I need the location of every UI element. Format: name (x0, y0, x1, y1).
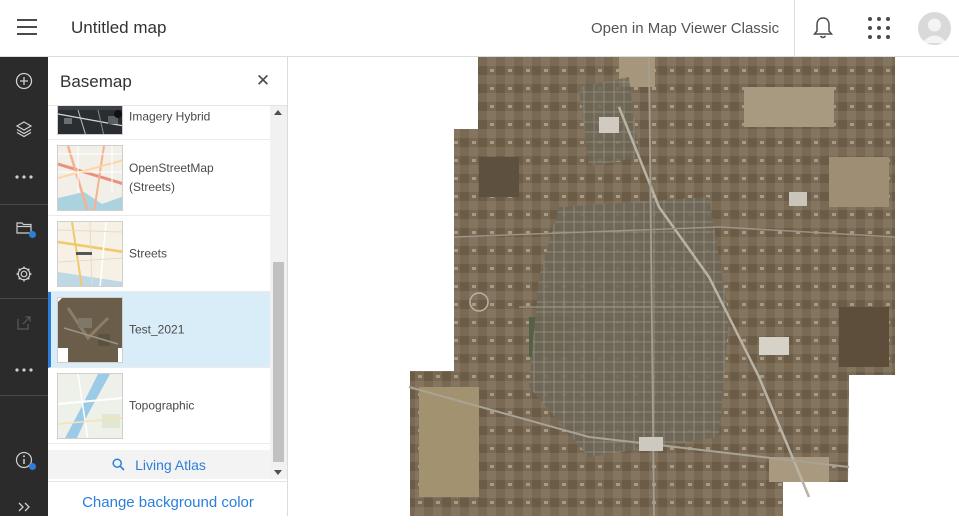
imagery-layer (408, 57, 896, 516)
more-tools-button-2[interactable] (0, 347, 48, 393)
header-divider (794, 0, 795, 56)
imagery-hybrid-thumbnail (57, 106, 123, 135)
basemap-item-test-2021[interactable]: Test_2021 (48, 292, 270, 368)
active-dot-icon (29, 231, 36, 238)
layers-button[interactable] (0, 106, 48, 152)
app-launcher-icon[interactable] (868, 17, 890, 39)
basemap-label: OpenStreetMap (Streets) (129, 160, 214, 194)
add-icon (15, 72, 33, 90)
expand-toolbar-button[interactable] (0, 484, 48, 530)
user-avatar[interactable] (918, 12, 951, 45)
test-2021-thumbnail (57, 297, 123, 363)
left-toolbar (0, 57, 48, 516)
close-icon[interactable]: ✕ (253, 71, 273, 91)
basemap-item-streets[interactable]: Streets (48, 216, 270, 292)
notification-dot-icon (29, 463, 36, 470)
search-icon (112, 458, 125, 471)
basemap-label: Imagery Hybrid (129, 109, 211, 123)
basemap-item-imagery-hybrid[interactable]: Imagery Hybrid (48, 106, 270, 140)
basemap-item-topographic[interactable]: Topographic (48, 368, 270, 444)
toolbar-divider (0, 298, 48, 299)
add-layer-button[interactable] (0, 58, 48, 104)
basemap-label: Test_2021 (129, 322, 185, 336)
basemap-list-scrollbar[interactable] (270, 106, 287, 479)
streets-thumbnail (57, 221, 123, 287)
map-title[interactable]: Untitled map (71, 18, 166, 38)
change-background-color-link[interactable]: Change background color (48, 481, 288, 516)
basemap-label: Streets (129, 246, 168, 260)
settings-button[interactable] (0, 251, 48, 297)
panel-title: Basemap (60, 72, 132, 91)
layers-icon (15, 121, 33, 138)
living-atlas-label: Living Atlas (135, 456, 206, 473)
map-view[interactable] (289, 57, 959, 516)
app-header: Untitled map Open in Map Viewer Classic (0, 0, 959, 57)
expand-icon (18, 502, 30, 512)
gear-icon (16, 266, 32, 282)
toolbar-divider (0, 395, 48, 396)
basemap-button[interactable] (0, 205, 48, 251)
bell-icon[interactable] (812, 16, 834, 40)
scroll-up-icon[interactable] (274, 110, 282, 115)
topographic-thumbnail (57, 373, 123, 439)
openstreetmap-thumbnail (57, 145, 123, 211)
share-icon (17, 316, 31, 330)
share-button[interactable] (0, 300, 48, 346)
scroll-thumb[interactable] (273, 262, 284, 462)
basemap-label: Topographic (129, 398, 195, 412)
basemap-list: Imagery Hybrid OpenStreetMap (Streets) S… (48, 106, 270, 450)
open-classic-link[interactable]: Open in Map Viewer Classic (591, 20, 779, 37)
menu-icon[interactable] (17, 19, 37, 37)
basemap-item-openstreetmap[interactable]: OpenStreetMap (Streets) (48, 140, 270, 216)
info-button[interactable] (0, 437, 48, 483)
more-tools-button[interactable] (0, 154, 48, 200)
living-atlas-button[interactable]: Living Atlas (48, 450, 270, 479)
basemap-panel: Basemap ✕ Imagery Hybrid OpenStreetMap (… (48, 57, 288, 516)
more-icon (15, 175, 33, 179)
scroll-down-icon[interactable] (274, 470, 282, 475)
more-icon (15, 368, 33, 372)
